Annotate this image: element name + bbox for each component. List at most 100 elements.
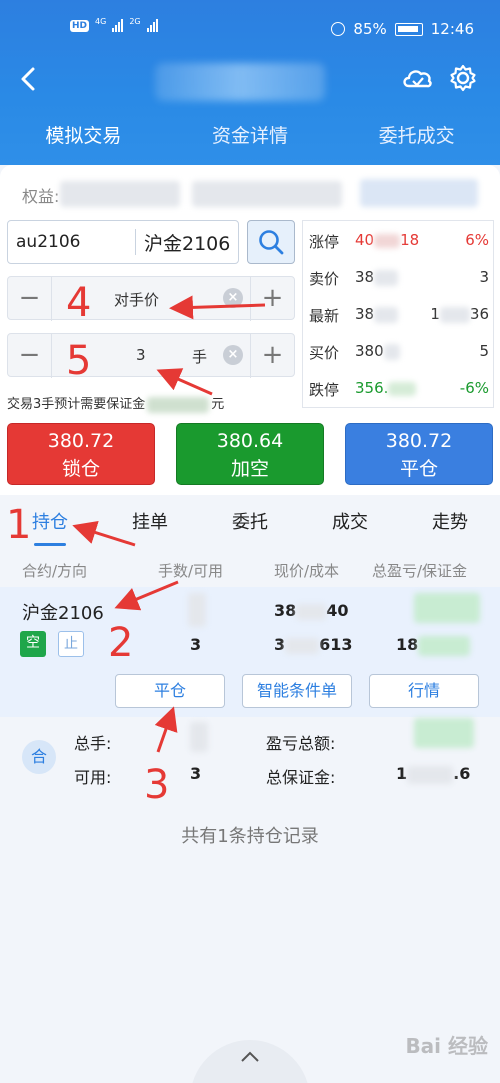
blurred-lots [188, 593, 206, 627]
table-header: 合约/方向 手数/可用 现价/成本 总盈亏/保证金 [0, 552, 500, 586]
blurred-pnl-total [414, 718, 474, 748]
quote-row-bid: 买价 380 5 [303, 332, 495, 369]
blurred-total-qty [190, 722, 208, 752]
smart-order-button[interactable]: 智能条件单 [242, 674, 352, 708]
record-count-note: 共有1条持仓记录 [181, 826, 319, 847]
blurred-margin [147, 396, 210, 413]
qty-clear-icon[interactable]: × [223, 345, 243, 365]
position-available: 3 [190, 635, 202, 654]
quote-volume: 3 [479, 268, 489, 286]
quote-row-ask: 卖价 38 3 [303, 258, 495, 295]
close-position-button[interactable]: 380.72 平仓 [345, 423, 493, 485]
summary-badge: 合 [22, 740, 56, 774]
quote-change: 6% [465, 231, 489, 249]
annotation-5: 5 [66, 338, 92, 384]
annotation-3: 3 [144, 762, 170, 808]
quote-value: 40 18 [355, 231, 420, 249]
annotation-2: 2 [108, 620, 134, 666]
col-lots: 手数/可用 [158, 562, 224, 580]
lock-label: 锁仓 [61, 458, 100, 480]
price-clear-icon[interactable]: × [223, 288, 243, 308]
col-contract: 合约/方向 [22, 562, 88, 580]
position-cost: 3 613 [274, 635, 353, 654]
net-type-2: 2G [129, 17, 141, 26]
quote-panel: 涨停 40 18 6% 卖价 38 3 最新 38 1 36 买价 380 5 跌停… [302, 220, 494, 408]
quote-label: 买价 [309, 344, 340, 362]
price-minus-button[interactable]: − [8, 277, 52, 321]
signal-icon [146, 18, 158, 32]
qty-plus-button[interactable]: + [250, 334, 294, 378]
blurred-pnl [414, 593, 480, 623]
lock-price: 380.72 [47, 430, 115, 452]
quote-row-limit-up: 涨停 40 18 6% [303, 221, 495, 258]
cloud-icon[interactable] [400, 64, 434, 94]
status-left: HD 4G 2G [70, 18, 158, 32]
quote-value: 356. [355, 379, 417, 397]
position-row[interactable]: 沪金2106 空 止 3 38 40 3 613 18 平仓 智能条件单 行情 [0, 587, 500, 717]
price-stepper: − 对手价 × + [7, 276, 295, 321]
signal-icon [112, 18, 124, 32]
blurred-equity-2 [192, 181, 342, 207]
price-plus-button[interactable]: + [250, 277, 294, 321]
gear-icon[interactable] [448, 63, 478, 93]
margin-note-suffix: 元 [211, 397, 225, 412]
battery-percent: 85% [353, 20, 387, 38]
total-qty-label: 总手: [74, 734, 112, 753]
quote-change: -6% [459, 379, 489, 397]
quote-label: 涨停 [309, 233, 340, 251]
back-icon[interactable] [14, 64, 44, 94]
col-price-cost: 现价/成本 [274, 562, 340, 580]
market-quote-button[interactable]: 行情 [369, 674, 479, 708]
total-margin-label: 总保证金: [266, 768, 336, 787]
quote-value: 380 [355, 342, 400, 360]
tab-trend[interactable]: 走势 [400, 496, 500, 552]
available-label: 可用: [74, 768, 112, 787]
clock-time: 12:46 [430, 20, 474, 38]
net-type-1: 4G [95, 17, 107, 26]
close-price: 380.72 [385, 430, 453, 452]
position-tabs: 持仓 挂单 委托 成交 走势 [0, 496, 500, 552]
search-button[interactable] [247, 220, 295, 264]
trade-card: 权益: au2106 沪金2106 − 对手价 × + − 3 手 × + 交易… [0, 165, 500, 495]
chevron-up-icon [241, 1051, 259, 1062]
equity-row: 权益: [0, 175, 500, 211]
pnl-total-label: 盈亏总额: [266, 734, 336, 753]
qty-value[interactable]: 3 [136, 346, 146, 364]
watermark: Bai 经验 [405, 1034, 488, 1058]
search-icon [259, 230, 284, 255]
tab-orders[interactable]: 委托 [200, 496, 300, 552]
tab-fund-details[interactable]: 资金详情 [167, 112, 334, 164]
add-short-button[interactable]: 380.64 加空 [176, 423, 324, 485]
quantity-stepper: − 3 手 × + [7, 333, 295, 378]
quote-value: 38 [355, 268, 399, 286]
position-margin: 18 [396, 635, 471, 656]
blurred-title [155, 63, 325, 101]
blurred-equity [60, 181, 180, 207]
short-label: 加空 [230, 458, 269, 480]
short-price: 380.64 [216, 430, 284, 452]
status-right: 85% 12:46 [331, 20, 474, 38]
contract-name: 沪金2106 [144, 232, 231, 255]
position-summary: 合 总手: 可用: 3 盈亏总额: 总保证金: 1.6 [0, 718, 500, 798]
quote-value: 38 [355, 305, 399, 323]
col-pnl-margin: 总盈亏/保证金 [372, 562, 468, 580]
lock-position-button[interactable]: 380.72 锁仓 [7, 423, 155, 485]
tab-simulated-trade[interactable]: 模拟交易 [0, 112, 167, 164]
tab-orders-fills[interactable]: 委托成交 [333, 112, 500, 164]
close-position-small-button[interactable]: 平仓 [115, 674, 225, 708]
qty-minus-button[interactable]: − [8, 334, 52, 378]
hd-badge: HD [70, 20, 90, 32]
tab-fills[interactable]: 成交 [300, 496, 400, 552]
position-contract-name: 沪金2106 [22, 603, 104, 624]
tab-pending[interactable]: 挂单 [100, 496, 200, 552]
equity-label: 权益: [22, 187, 60, 206]
contract-code[interactable]: au2106 [8, 229, 136, 255]
blurred-equity-3 [360, 179, 478, 207]
quote-row-last: 最新 38 1 36 [303, 295, 495, 332]
price-type-value[interactable]: 对手价 [114, 289, 159, 310]
margin-estimate: 交易3手预计需要保证金 元 [7, 393, 224, 413]
contract-search-field[interactable]: au2106 沪金2106 [7, 220, 239, 264]
quote-row-limit-down: 跌停 356. -6% [303, 369, 495, 406]
expand-panel-handle[interactable] [190, 1040, 310, 1083]
stop-tag[interactable]: 止 [58, 631, 84, 657]
